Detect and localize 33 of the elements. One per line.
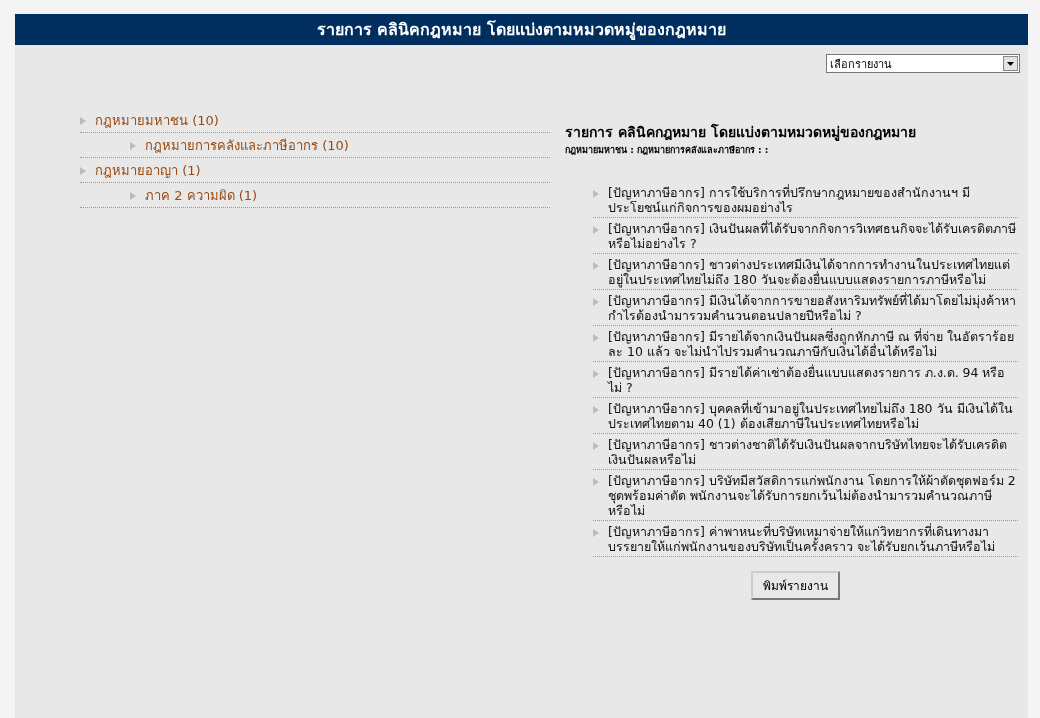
breadcrumb: กฎหมายมหาชน : กฎหมายการคลังและภาษีอากร : : [565, 144, 770, 157]
bullet-icon [593, 334, 599, 342]
bullet-icon [130, 141, 136, 150]
subcategory-link[interactable]: ภาค 2 ความผิด (1) [145, 185, 258, 206]
question-link[interactable]: [ปัญหาภาษีอากร] มีรายได้จากเงินปันผลซึ่งถูกหักภาษี ณ ที่จ่าย ในอัตราร้อยละ 10 แล้ว จะไม่นำไปรวมคำนวณภาษีกับเงินได้อื่นได้หรือไม่ [608, 329, 1018, 359]
bullet-icon [593, 529, 599, 537]
bullet-icon [593, 298, 599, 306]
question-link[interactable]: [ปัญหาภาษีอากร] บริษัทมีสวัสดิการแก่พนักงาน โดยการให้ผ้าตัดชุดฟอร์ม 2 ชุดพร้อมค่าตัด พนักงานจะได้รับการยกเว้นไม่ต้องนำมารวมคำนวณภาษี หรือไม่ [608, 473, 1018, 518]
bullet-icon [593, 226, 599, 234]
question-link[interactable]: [ปัญหาภาษีอากร] การใช้บริการที่ปรึกษากฎหมายของสำนักงานฯ มีประโยชน์แก่กิจการของผมอย่างไร [608, 185, 1018, 215]
subcategory-link[interactable]: กฎหมายการคลังและภาษีอากร (10) [145, 135, 349, 156]
question-link[interactable]: [ปัญหาภาษีอากร] ชาวต่างประเทศมีเงินได้จากการทำงานในประเทศไทยแต่อยู่ในประเทศไทยไม่ถึง 180 วันจะต้องยื่นแบบแสดงรายการภาษีหรือไม่ [608, 257, 1018, 287]
question-link[interactable]: [ปัญหาภาษีอากร] มีรายได้ค่าเช่าต้องยื่นแบบแสดงรายการ ภ.ง.ด. 94 หรือไม่ ? [608, 365, 1018, 395]
question-link[interactable]: [ปัญหาภาษีอากร] เงินปันผลที่ได้รับจากกิจการวิเทศธนกิจจะได้รับเครดิตภาษีหรือไม่อย่างไร ? [608, 221, 1018, 251]
category-link[interactable]: กฎหมายอาญา (1) [95, 160, 201, 181]
question-link[interactable]: [ปัญหาภาษีอากร] ค่าพาหนะที่บริษัทเหมาจ่ายให้แก่วิทยากรที่เดินทางมาบรรยายให้แก่พนักงานของบริษัทเป็นครั้งคราว จะได้รับยกเว้นภาษีหรือไม่ [608, 524, 1018, 554]
question-link[interactable]: [ปัญหาภาษีอากร] ชาวต่างชาติได้รับเงินปันผลจากบริษัทไทยจะได้รับเครดิตเงินปันผลหรือไม่ [608, 437, 1018, 467]
bullet-icon [593, 478, 599, 486]
report-dropdown[interactable]: เลือกรายงาน [826, 54, 1020, 73]
results-title: รายการ คลินิคกฎหมาย โดยแบ่งตามหมวดหมู่ของกฎหมาย [565, 122, 917, 143]
bullet-icon [593, 262, 599, 270]
bullet-icon [80, 116, 86, 125]
category-link[interactable]: กฎหมายมหาชน (10) [95, 110, 219, 131]
bullet-icon [593, 406, 599, 414]
bullet-icon [130, 191, 136, 200]
bullet-icon [593, 442, 599, 450]
print-report-button[interactable]: พิมพ์รายงาน [750, 571, 840, 600]
bullet-icon [80, 166, 86, 175]
bullet-icon [593, 370, 599, 378]
question-link[interactable]: [ปัญหาภาษีอากร] บุคคลที่เข้ามาอยู่ในประเทศไทยไม่ถึง 180 วัน มีเงินได้ในประเทศไทยตาม 40 (1) ต้องเสียภาษีในประเทศไทยหรือไม่ [608, 401, 1018, 431]
page-title: รายการ คลินิคกฎหมาย โดยแบ่งตามหมวดหมู่ของกฎหมาย [316, 19, 727, 42]
question-link[interactable]: [ปัญหาภาษีอากร] มีเงินได้จากการขายอสังหาริมทรัพย์ที่ได้มาโดยไม่มุ่งค้าหากำไรต้องนำมารวมคำนวนตอนปลายปีหรือไม่ ? [608, 293, 1018, 323]
bullet-icon [593, 190, 599, 198]
